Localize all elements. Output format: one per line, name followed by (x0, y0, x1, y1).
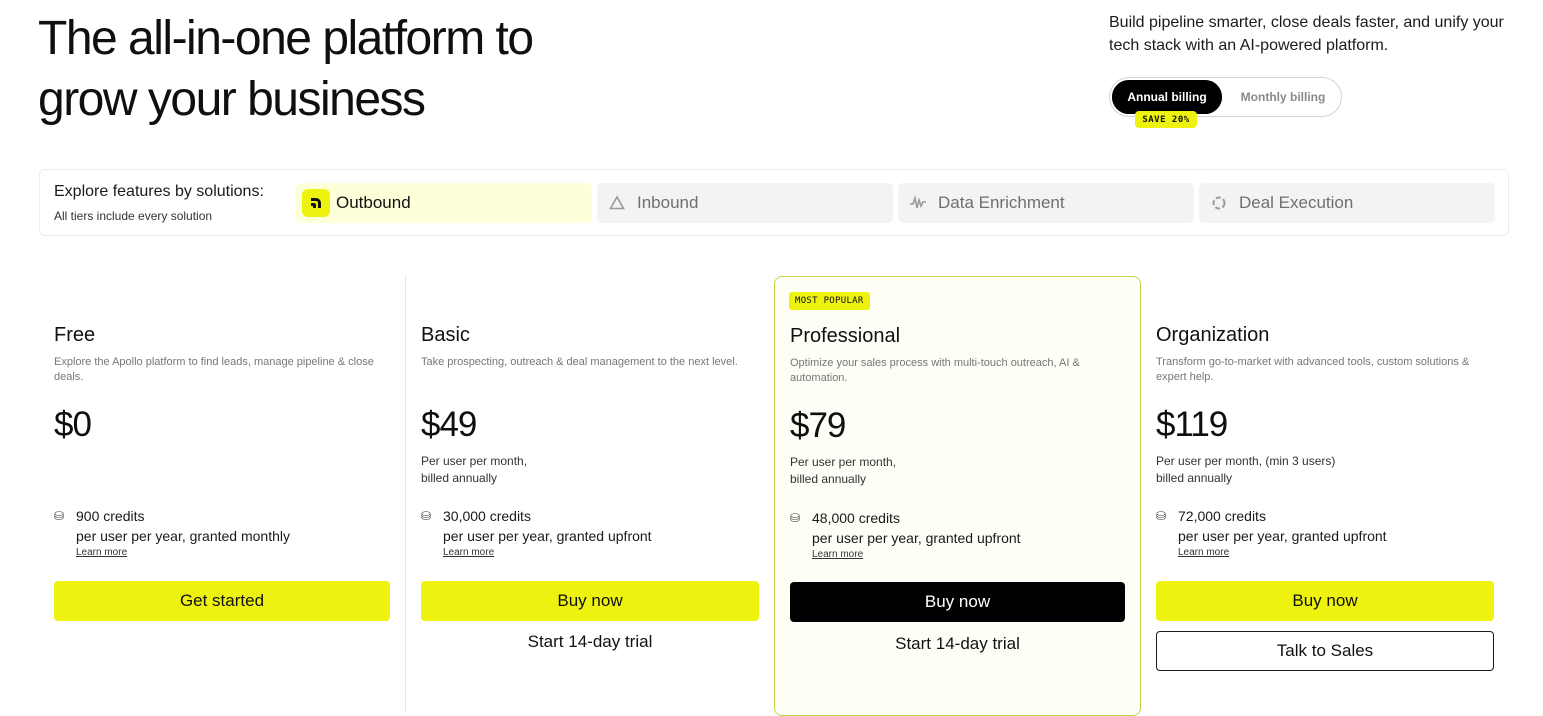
buy-now-button[interactable]: Buy now (421, 581, 759, 621)
plan-divider (405, 276, 406, 711)
credits-amount: 72,000 credits (1178, 508, 1266, 524)
plan-price: $79 (790, 406, 846, 445)
billing-line: Per user per month, (min 3 users) (1156, 454, 1336, 468)
credits-amount: 900 credits (76, 508, 145, 524)
plan-description: Take prospecting, outreach & deal manage… (421, 356, 738, 368)
credits-amount: 48,000 credits (812, 510, 900, 526)
page-title-line2: grow your business (38, 73, 426, 126)
tab-inbound-label: Inbound (637, 193, 699, 212)
tab-data-enrichment[interactable]: Data Enrichment (898, 183, 1194, 223)
credits-note: per user per year, granted upfront (812, 530, 1021, 546)
plan-card-professional: MOST POPULAR Professional Optimize your … (774, 276, 1141, 716)
coins-icon: ⛁ (421, 509, 432, 523)
credits-amount: 30,000 credits (443, 508, 531, 524)
plan-card-free: Free Explore the Apollo platform to find… (54, 276, 394, 716)
data-enrichment-icon (904, 189, 932, 217)
tab-data-enrichment-label: Data Enrichment (938, 193, 1065, 212)
buy-now-button[interactable]: Buy now (790, 582, 1125, 622)
page-title-line1: The all-in-one platform to (38, 12, 534, 65)
coins-icon: ⛁ (1156, 509, 1167, 523)
credits-note: per user per year, granted monthly (76, 528, 291, 544)
credits-note: per user per year, granted upfront (443, 528, 652, 544)
solutions-bar: Explore features by solutions: All tiers… (39, 169, 1509, 236)
coins-icon: ⛁ (54, 509, 65, 523)
save-badge: SAVE 20% (1135, 111, 1197, 128)
billing-line: Per user per month, (790, 455, 897, 469)
most-popular-badge: MOST POPULAR (789, 292, 870, 310)
plan-billing: Per user per month, billed annually (421, 453, 527, 487)
deal-execution-icon (1205, 189, 1233, 217)
plan-name: Free (54, 324, 96, 346)
solutions-subtitle: All tiers include every solution (54, 209, 213, 223)
coins-icon: ⛁ (790, 511, 801, 525)
monthly-billing-option[interactable]: Monthly billing (1228, 80, 1338, 114)
plan-description: Explore the Apollo platform to find lead… (54, 356, 374, 383)
solutions-title: Explore features by solutions: (54, 183, 264, 200)
start-trial-button[interactable]: Start 14-day trial (421, 622, 759, 662)
tab-inbound[interactable]: Inbound (597, 183, 893, 223)
plan-description: Optimize your sales process with multi-t… (790, 357, 1080, 384)
tab-outbound-label: Outbound (336, 193, 411, 212)
billing-line: billed annually (1156, 471, 1233, 485)
inbound-icon (603, 189, 631, 217)
plan-price: $119 (1156, 405, 1228, 444)
plan-name: Professional (790, 325, 901, 347)
plan-price: $49 (421, 405, 477, 444)
tab-deal-execution[interactable]: Deal Execution (1199, 183, 1495, 223)
annual-billing-option[interactable]: Annual billing (1112, 80, 1222, 114)
talk-to-sales-button[interactable]: Talk to Sales (1156, 631, 1494, 671)
hero-subtitle: Build pipeline smarter, close deals fast… (1109, 14, 1504, 54)
tab-outbound[interactable]: Outbound (296, 183, 592, 223)
billing-line: Per user per month, (421, 454, 528, 468)
credits-note: per user per year, granted upfront (1178, 528, 1387, 544)
start-trial-button[interactable]: Start 14-day trial (790, 624, 1125, 664)
buy-now-button[interactable]: Buy now (1156, 581, 1494, 621)
get-started-button[interactable]: Get started (54, 581, 390, 621)
tab-deal-execution-label: Deal Execution (1239, 193, 1354, 212)
billing-line: billed annually (421, 471, 498, 485)
plan-name: Basic (421, 324, 470, 346)
plan-card-basic: Basic Take prospecting, outreach & deal … (421, 276, 761, 716)
learn-more-link[interactable]: Learn more (443, 547, 494, 558)
page-title: The all-in-one platform to grow your bus… (38, 8, 534, 130)
billing-line: billed annually (790, 472, 867, 486)
learn-more-link[interactable]: Learn more (76, 547, 127, 558)
plan-billing: Per user per month, billed annually (790, 454, 896, 488)
learn-more-link[interactable]: Learn more (812, 549, 863, 560)
outbound-icon (302, 189, 330, 217)
plan-description: Transform go-to-market with advanced too… (1156, 356, 1470, 383)
plan-billing: Per user per month, (min 3 users) billed… (1156, 453, 1335, 487)
plan-price: $0 (54, 405, 92, 444)
plan-name: Organization (1156, 324, 1270, 346)
learn-more-link[interactable]: Learn more (1178, 547, 1229, 558)
plan-card-organization: Organization Transform go-to-market with… (1156, 276, 1501, 716)
